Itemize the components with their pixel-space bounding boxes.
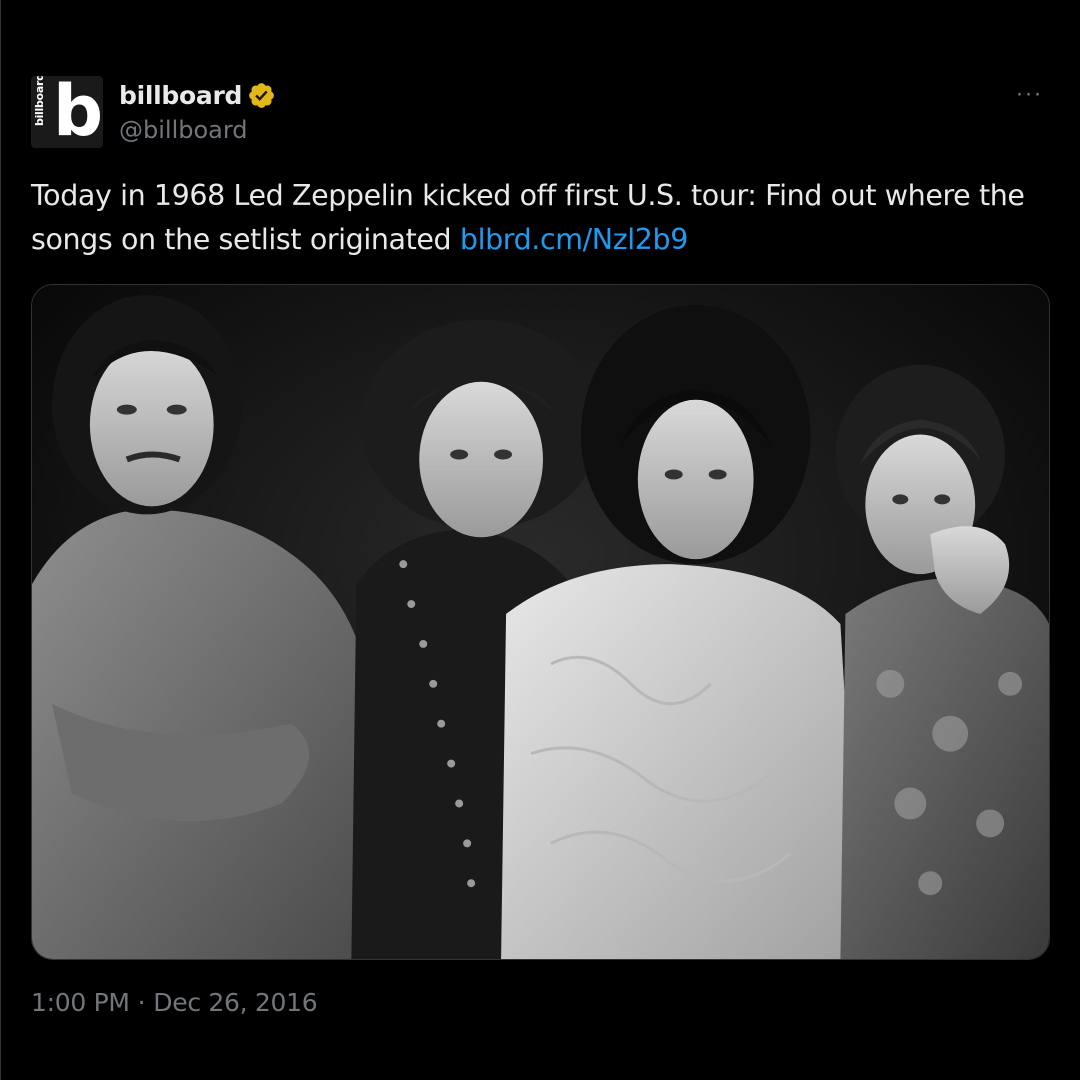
group-photo-image [32,285,1049,959]
author-block: billboard @billboard [119,78,276,144]
timestamp-time: 1:00 PM [31,988,130,1017]
timestamp-separator: · [137,988,146,1017]
tweet-timestamp[interactable]: 1:00 PM · Dec 26, 2016 [31,988,318,1017]
tweet-card[interactable]: billboard b billboard @billboard ··· Tod… [0,0,1080,1080]
tweet-header: billboard b billboard @billboard ··· [31,76,1051,150]
tweet-text: Today in 1968 Led Zeppelin kicked off fi… [31,174,1051,262]
avatar-wordmark: billboard [33,76,46,126]
handle[interactable]: @billboard [119,116,276,144]
display-name-row: billboard [119,78,276,112]
verified-badge-icon [249,82,274,108]
avatar-letter: b [53,76,103,148]
more-options-icon[interactable]: ··· [1011,80,1047,107]
tweet-link[interactable]: blbrd.cm/Nzl2b9 [460,223,688,256]
avatar[interactable]: billboard b [31,76,103,148]
display-name[interactable]: billboard [119,81,242,110]
tweet-media-photo[interactable] [31,284,1050,960]
timestamp-date: Dec 26, 2016 [153,988,318,1017]
